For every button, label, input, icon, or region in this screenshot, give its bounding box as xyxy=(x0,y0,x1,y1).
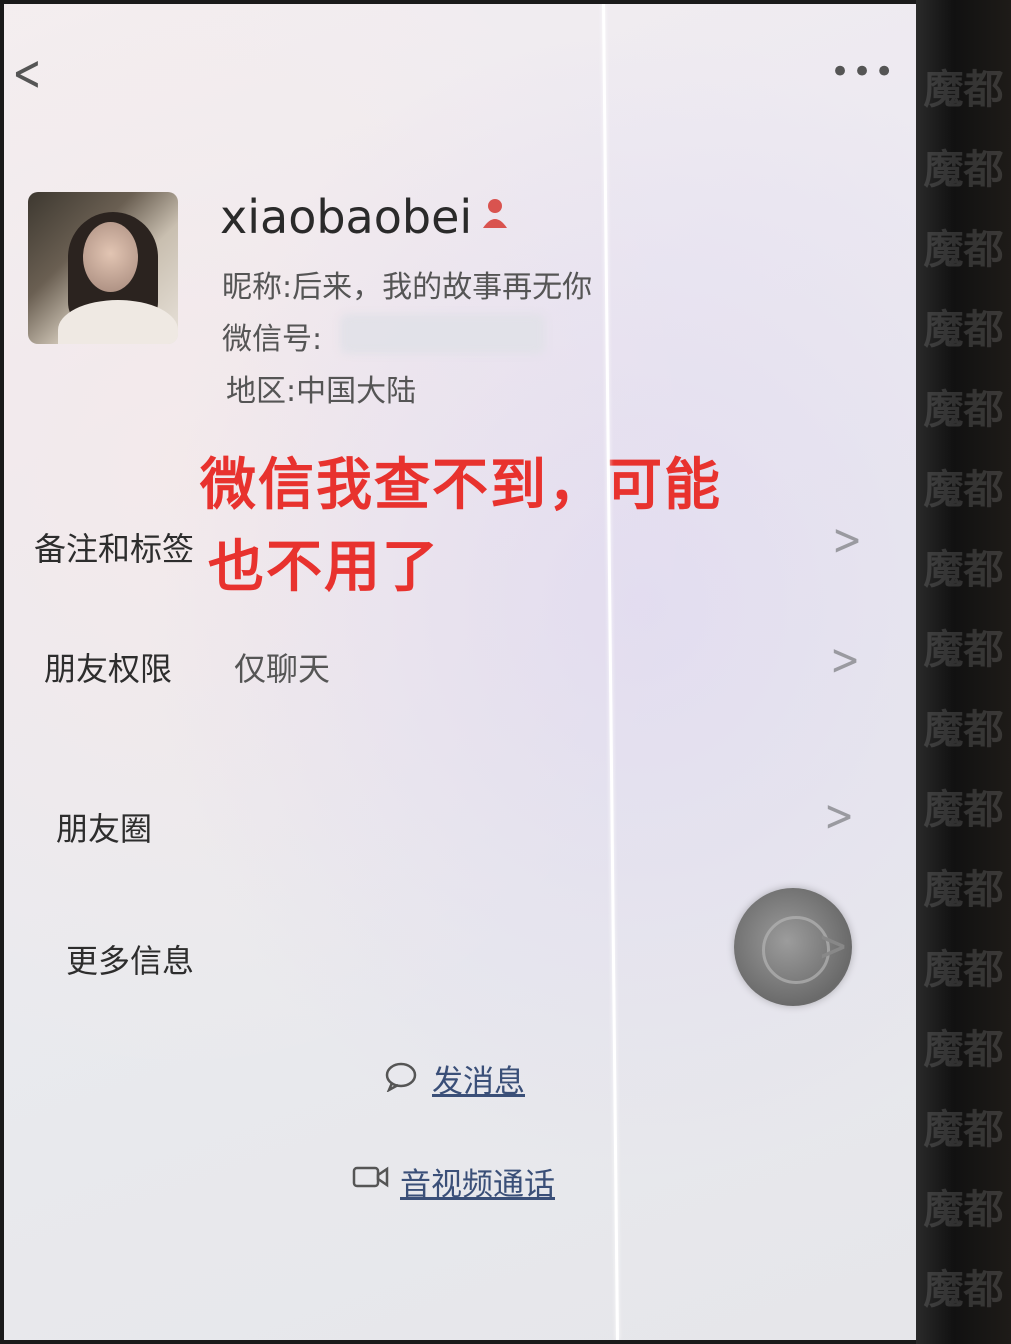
send-message-button[interactable]: 发消息 xyxy=(432,1056,525,1101)
watermark-text: 魔都 xyxy=(923,1027,1004,1073)
username: xiaobaobei xyxy=(220,190,473,244)
watermark-text: 魔都 xyxy=(923,547,1004,593)
chevron-left-icon[interactable]: < xyxy=(12,44,41,102)
phone-screen: < ••• xiaobaobei 昵称:后来，我的故事再无你 微信号: 地区:中… xyxy=(4,4,916,1340)
watermark-text: 魔都 xyxy=(923,467,1004,513)
watermark-text: 魔都 xyxy=(923,867,1004,913)
watermark-text: 魔都 xyxy=(923,227,1004,273)
remarks-and-tags-item[interactable]: 备注和标签 xyxy=(34,524,194,570)
audio-video-call-button[interactable]: 音视频通话 xyxy=(400,1159,555,1204)
chevron-right-icon: > xyxy=(832,515,863,566)
watermark-text: 魔都 xyxy=(923,947,1004,993)
watermark-text: 魔都 xyxy=(923,307,1004,353)
screen-crack-line xyxy=(602,4,619,1340)
chevron-right-icon: > xyxy=(824,791,855,842)
video-camera-icon xyxy=(352,1166,389,1188)
female-person-icon xyxy=(483,199,507,228)
moments-item[interactable]: 朋友圈 xyxy=(56,804,152,850)
avatar-face xyxy=(83,222,138,292)
wechat-id-label: 微信号: xyxy=(222,322,323,357)
chevron-right-icon: > xyxy=(830,635,861,686)
watermark-text: 魔都 xyxy=(923,67,1004,113)
chevron-right-icon: > xyxy=(818,921,849,972)
overlay-annotation-line-1: 微信我查不到，可能 xyxy=(200,453,722,518)
overlay-annotation-line-2: 也不用了 xyxy=(208,535,440,600)
friend-permissions-item[interactable]: 朋友权限 xyxy=(44,644,172,690)
watermark-text: 魔都 xyxy=(923,387,1004,433)
watermark-text: 魔都 xyxy=(923,707,1004,753)
watermark-text: 魔都 xyxy=(923,627,1004,673)
watermark-text: 魔都 xyxy=(923,1187,1004,1233)
watermark-text: 魔都 xyxy=(923,1107,1004,1153)
watermark-text: 魔都 xyxy=(923,787,1004,833)
watermark: 魔都 魔都 魔都 魔都 魔都 魔都 魔都 魔都 魔都 魔都 魔都 魔都 魔都 魔都 魔都 魔都 xyxy=(916,0,1011,1344)
chat-bubble-icon xyxy=(385,1062,417,1092)
more-dots-icon[interactable]: ••• xyxy=(830,52,896,92)
watermark-text: 魔都 xyxy=(923,147,1004,193)
friend-permissions-value: 仅聊天 xyxy=(234,650,331,688)
nickname-line: 昵称:后来，我的故事再无你 xyxy=(222,270,593,305)
region-line: 地区:中国大陆 xyxy=(226,374,417,409)
wechat-id-redacted xyxy=(340,314,545,354)
watermark-text: 魔都 xyxy=(923,1267,1004,1313)
more-info-item[interactable]: 更多信息 xyxy=(66,936,194,982)
avatar[interactable] xyxy=(28,192,178,344)
